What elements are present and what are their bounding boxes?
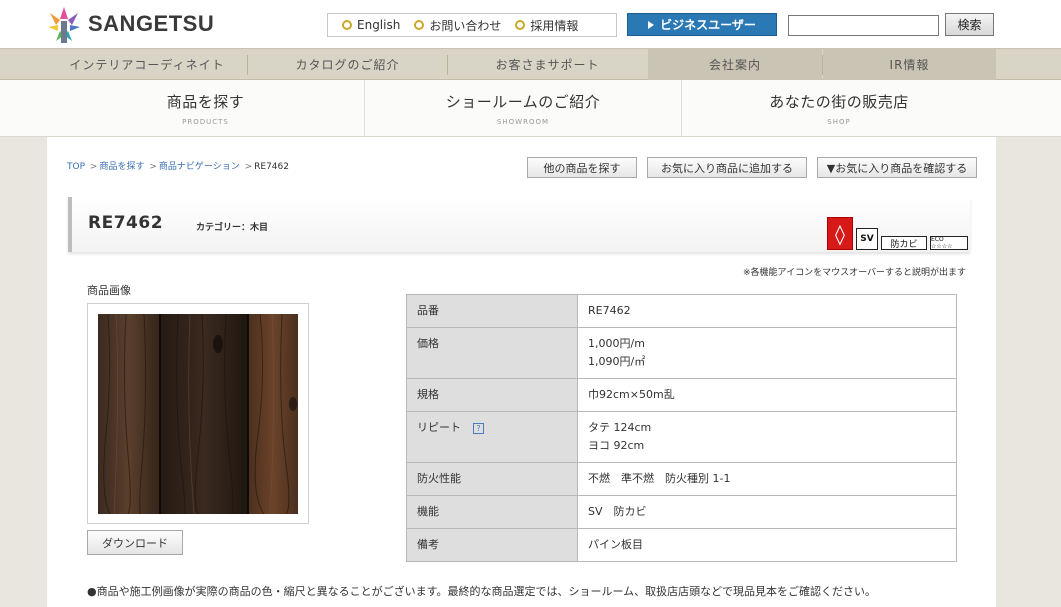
breadcrumb-current: RE7462 [254, 162, 289, 172]
function-icons: ◊ SV 防カビ ECO ☆☆☆☆ [824, 217, 968, 250]
gnav-item-ir[interactable]: IR情報 [823, 49, 996, 80]
breadcrumb-separator: > [89, 162, 98, 172]
spec-label: 防火性能 [406, 462, 578, 496]
product-image[interactable] [98, 314, 298, 514]
product-image-frame [87, 303, 309, 524]
table-row: 規格 巾92cm×50m乱 [406, 378, 957, 412]
breadcrumb-products[interactable]: 商品を探す [99, 162, 144, 172]
breadcrumb-navigation[interactable]: 商品ナビゲーション [159, 162, 240, 172]
global-nav: インテリアコーディネイト カタログのご紹介 お客さまサポート 会社案内 IR情報 [0, 48, 1061, 80]
spec-value: SV 防カビ [577, 495, 957, 529]
mainnav-products[interactable]: 商品を探す PRODUCTS [47, 80, 364, 137]
link-recruit[interactable]: 採用情報 [515, 17, 578, 34]
spec-label: リピート? [406, 411, 578, 463]
breadcrumb: TOP > 商品を探す > 商品ナビゲーション > RE7462 [67, 159, 289, 172]
disclaimer-note: ●商品や施工例画像が実際の商品の色・縮尺と異なることがございます。最終的な商品選… [87, 585, 876, 598]
main-nav: 商品を探す PRODUCTS ショールームのご紹介 SHOWROOM あなたの街… [0, 80, 1061, 137]
table-row: リピート? タテ 124cm ヨコ 92cm [406, 411, 957, 463]
spec-value: 1,000円/m 1,090円/㎡ [577, 327, 957, 379]
search-input[interactable] [788, 15, 939, 36]
gnav-item-catalog[interactable]: カタログのご紹介 [248, 49, 447, 80]
link-english[interactable]: English [342, 18, 400, 32]
content-area: TOP > 商品を探す > 商品ナビゲーション > RE7462 他の商品を探す お気… [47, 137, 996, 607]
table-row: 備考 パイン板目 [406, 528, 957, 562]
spec-value: タテ 124cm ヨコ 92cm [577, 411, 957, 463]
add-favorite-button[interactable]: お気に入り商品に追加する [647, 157, 807, 178]
anti-mold-icon[interactable]: 防カビ [881, 236, 927, 250]
formaldehyde-rating-icon[interactable]: ECO ☆☆☆☆ [930, 236, 968, 250]
search-button[interactable]: 検索 [945, 13, 994, 36]
spec-value: 巾92cm×50m乱 [577, 378, 957, 412]
spec-value: 不燃 準不燃 防火種別 1-1 [577, 462, 957, 496]
fire-retardant-icon[interactable]: ◊ [827, 217, 853, 250]
image-label: 商品画像 [87, 284, 131, 297]
play-arrow-icon [648, 20, 655, 29]
utility-links: English お問い合わせ 採用情報 [327, 13, 617, 37]
table-row: 品番 RE7462 [406, 294, 957, 328]
spec-label: 備考 [406, 528, 578, 562]
spec-label: 規格 [406, 378, 578, 412]
gnav-item-support[interactable]: お客さまサポート [448, 49, 647, 80]
bullet-icon [342, 20, 352, 30]
breadcrumb-separator: > [149, 162, 157, 172]
mainnav-showroom[interactable]: ショールームのご紹介 SHOWROOM [365, 80, 681, 137]
business-user-button[interactable]: ビジネスユーザー [627, 13, 777, 36]
table-row: 機能 SV 防カビ [406, 495, 957, 529]
link-contact[interactable]: お問い合わせ [414, 17, 501, 34]
bullet-icon [414, 20, 425, 30]
check-favorite-button[interactable]: ▼お気に入り商品を確認する [817, 157, 977, 178]
icon-note: ※各機能アイコンをマウスオーバーすると説明が出ます [742, 268, 966, 278]
logo[interactable]: SANGETSU [46, 5, 214, 43]
spec-value: パイン板目 [577, 528, 957, 562]
bullet-icon [515, 20, 526, 30]
table-row: 防火性能 不燃 準不燃 防火種別 1-1 [406, 462, 957, 496]
spec-label: 価格 [406, 327, 578, 379]
gnav-item-company[interactable]: 会社案内 [648, 49, 822, 80]
logo-text: SANGETSU [88, 11, 215, 36]
product-code: RE7462 [88, 213, 164, 233]
header: SANGETSU English お問い合わせ 採用情報 ビジネスユーザー 検索 [0, 0, 1061, 48]
table-row: 価格 1,000円/m 1,090円/㎡ [406, 327, 957, 379]
download-button[interactable]: ダウンロード [87, 530, 183, 555]
sv-icon[interactable]: SV [856, 228, 878, 250]
breadcrumb-top[interactable]: TOP [67, 162, 85, 172]
spec-value: RE7462 [577, 294, 957, 328]
spec-label: 機能 [406, 495, 578, 529]
gnav-item-interior-coordinate[interactable]: インテリアコーディネイト [47, 49, 247, 80]
help-icon[interactable]: ? [473, 422, 484, 434]
breadcrumb-separator: > [244, 162, 253, 172]
spec-label: 品番 [406, 294, 578, 328]
mainnav-shop[interactable]: あなたの街の販売店 SHOP [682, 80, 996, 137]
spec-table: 品番 RE7462 価格 1,000円/m 1,090円/㎡ 規格 巾92cm×5… [406, 294, 957, 562]
product-title-bar: RE7462 カテゴリー：木目 ◊ SV 防カビ ECO ☆☆☆☆ [68, 197, 970, 252]
product-category: カテゴリー：木目 [196, 223, 269, 233]
sangetsu-logo-icon [48, 7, 80, 43]
other-products-button[interactable]: 他の商品を探す [527, 157, 637, 178]
